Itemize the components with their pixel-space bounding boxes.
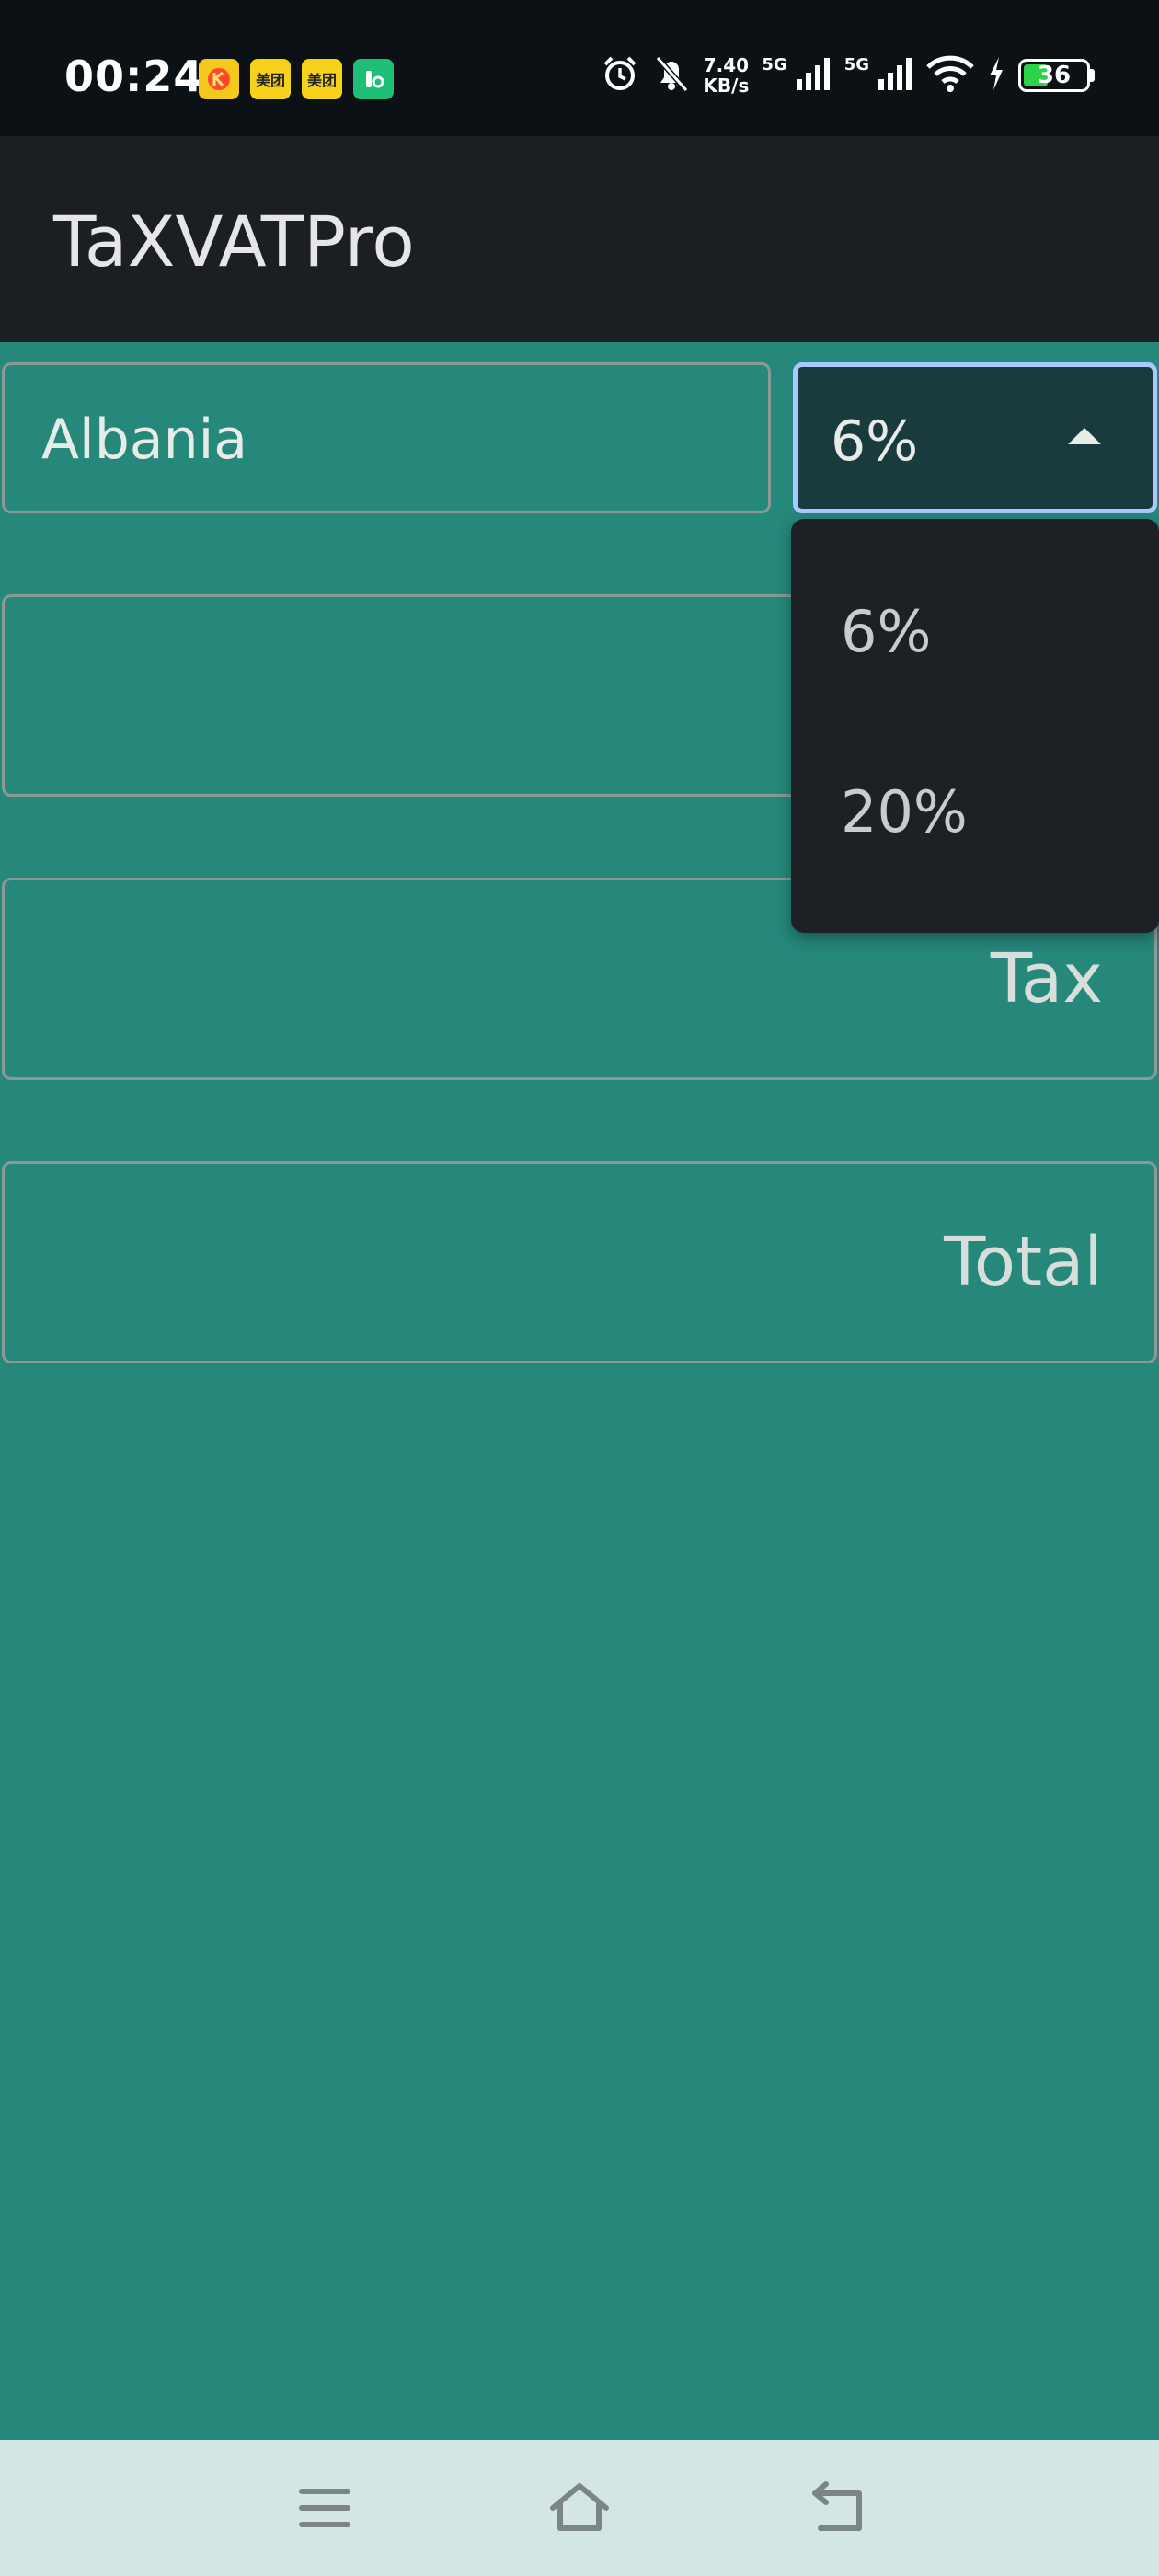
meituan-waimai-icon: 美团 [302,59,342,99]
status-bar: 00:24 美团 美团 7.40 KB/s 5G 5G 36 [0,0,1159,136]
home-icon [550,2483,609,2531]
signal-2-icon [877,55,913,96]
total-label: Total [944,1223,1103,1302]
app-title: TaXVATPro [53,201,415,282]
network-speed-value: 7.40 [703,54,750,76]
battery-body: 36 [1018,59,1090,92]
alarm-icon [600,53,640,98]
tax-label: Tax [990,939,1103,1018]
kuaishou-icon [199,59,239,99]
network-speed: 7.40 KB/s [703,55,749,96]
signal-2-label: 5G [843,55,869,75]
system-icons: 7.40 KB/s 5G 5G 36 [600,53,1095,98]
dropdown-option-6-percent[interactable]: 6% [841,598,931,665]
network-speed-unit: KB/s [703,75,750,97]
app-bar: TaXVATPro [0,136,1159,342]
back-icon [812,2481,862,2531]
navigation-bar [0,2440,1159,2576]
menu-icon [299,2489,350,2527]
country-field[interactable]: Albania [2,362,771,513]
notification-icons: 美团 美团 [199,59,394,99]
signal-1-icon [795,55,832,96]
signal-1-label: 5G [762,55,787,75]
country-value: Albania [41,408,248,472]
vat-rate-select[interactable]: 6% [793,362,1157,513]
battery-level: 36 [1037,62,1072,89]
vat-rate-dropdown: 6% 20% [791,519,1159,933]
charging-icon [987,55,1005,96]
vat-rate-value: 6% [831,409,919,474]
wifi-icon [926,54,974,97]
home-button[interactable] [547,2480,612,2536]
battery-tip [1090,69,1095,82]
meituan-icon: 美团 [250,59,291,99]
bell-muted-icon [653,53,690,98]
status-time: 00:24 [64,52,204,101]
dropdown-option-20-percent[interactable]: 20% [841,778,968,845]
app-green-icon [353,59,394,99]
caret-up-icon [1068,428,1101,444]
total-field[interactable]: Total [2,1161,1157,1363]
battery-icon: 36 [1018,59,1095,92]
back-button[interactable] [806,2480,870,2536]
menu-button[interactable] [293,2480,357,2536]
